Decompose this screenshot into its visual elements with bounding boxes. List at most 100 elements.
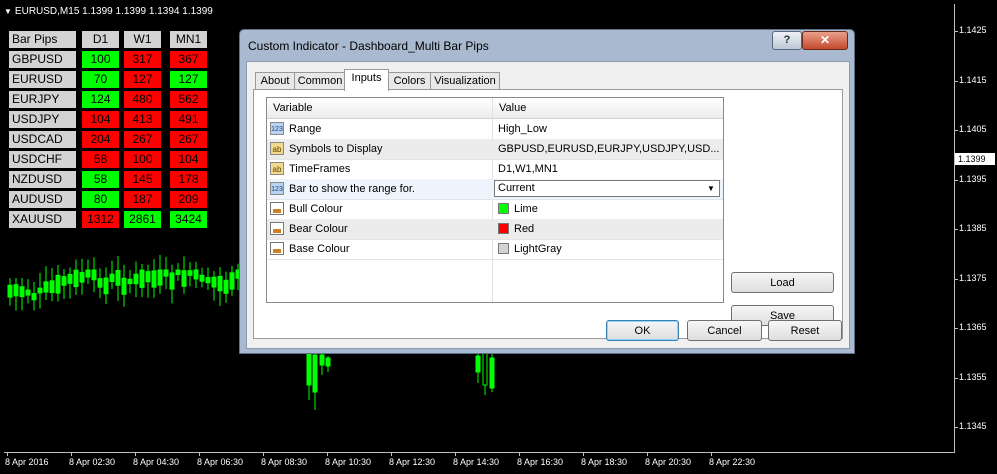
price-tick-label: 1.1345 [959, 421, 987, 431]
ok-button[interactable]: OK [606, 320, 679, 341]
cancel-button[interactable]: Cancel [687, 320, 762, 341]
input-row-timeframes[interactable]: ab TimeFrames D1,W1,MN1 [267, 159, 723, 180]
time-tick [71, 452, 72, 456]
string-type-icon: ab [270, 142, 284, 155]
dashboard-header-title: Bar Pips [9, 31, 76, 48]
time-tick-label: 8 Apr 22:30 [709, 457, 756, 467]
input-row-bar[interactable]: 123 Bar to show the range for. Current ▼ [267, 179, 723, 200]
price-tick-label: 1.1365 [959, 322, 987, 332]
dashboard-pips-cell: 480 [124, 91, 161, 108]
input-row-symbols[interactable]: ab Symbols to Display GBPUSD,EURUSD,EURJ… [267, 139, 723, 160]
price-tick [955, 80, 958, 82]
input-value[interactable]: D1,W1,MN1 [498, 159, 558, 179]
time-tick-label: 8 Apr 10:30 [325, 457, 372, 467]
input-value[interactable]: GBPUSD,EURUSD,EURJPY,USDJPY,USD... [498, 139, 719, 159]
inputs-panel: Variable Value 123 Range High_Low ab Sym… [253, 89, 843, 339]
chart-menu-icon[interactable]: ▼ [4, 7, 12, 16]
input-name: Symbols to Display [289, 143, 383, 155]
dashboard-pips-cell: 367 [170, 51, 207, 68]
dashboard-pips-cell: 100 [82, 51, 119, 68]
dashboard-pips-cell: 124 [82, 91, 119, 108]
input-row-bear-colour[interactable]: Bear Colour Red [267, 219, 723, 240]
dashboard-pips-cell: 100 [124, 151, 161, 168]
dashboard-symbol: XAUUSD [9, 211, 76, 228]
input-name: TimeFrames [289, 163, 351, 175]
time-tick [391, 452, 392, 456]
dashboard-pips-cell: 204 [82, 131, 119, 148]
tab-colors[interactable]: Colors [388, 72, 431, 90]
time-tick-label: 8 Apr 12:30 [389, 457, 436, 467]
price-tick [955, 328, 958, 329]
input-value[interactable]: High_Low [498, 119, 547, 139]
dashboard-symbol: EURUSD [9, 71, 76, 88]
time-tick-label: 8 Apr 20:30 [645, 457, 692, 467]
price-tick [955, 229, 958, 230]
help-button[interactable]: ? [772, 31, 802, 50]
dashboard-symbol: EURJPY [9, 91, 76, 108]
inputs-grid: Variable Value 123 Range High_Low ab Sym… [266, 97, 724, 303]
bar-select[interactable]: Current ▼ [494, 180, 720, 197]
time-tick-label: 8 Apr 16:30 [517, 457, 564, 467]
color-type-icon [270, 202, 284, 215]
time-tick [711, 452, 712, 456]
tab-about[interactable]: About [255, 72, 295, 90]
input-value[interactable]: LightGray [498, 239, 562, 259]
load-button[interactable]: Load [731, 272, 834, 293]
chart-symbol-info: EURUSD,M15 1.1399 1.1399 1.1394 1.1399 [14, 6, 213, 17]
price-tick [955, 377, 958, 379]
dashboard-header-w1: W1 [124, 31, 161, 48]
price-tick [955, 278, 958, 280]
dashboard-pips-cell: 209 [170, 191, 207, 208]
time-tick [519, 452, 520, 456]
input-row-bull-colour[interactable]: Bull Colour Lime [267, 199, 723, 220]
dashboard-pips-cell: 2861 [124, 211, 161, 228]
time-tick-label: 8 Apr 04:30 [133, 457, 180, 467]
time-tick [199, 452, 200, 456]
dashboard-header-mn1: MN1 [170, 31, 207, 48]
chevron-down-icon[interactable]: ▼ [705, 182, 717, 195]
tab-common[interactable]: Common [294, 72, 346, 90]
dialog-body: About Common Inputs Colors Visualization… [246, 61, 850, 349]
time-tick [647, 452, 648, 456]
input-row-base-colour[interactable]: Base Colour LightGray [267, 239, 723, 260]
time-tick [7, 452, 8, 456]
reset-button[interactable]: Reset [768, 320, 842, 341]
price-tick-label: 1.1415 [959, 74, 987, 85]
current-price-label: 1.1399 [955, 153, 995, 165]
price-tick [955, 130, 958, 131]
dashboard-pips-cell: 267 [124, 131, 161, 148]
price-tick-label: 1.1425 [959, 25, 987, 35]
dashboard-pips-cell: 80 [82, 191, 119, 208]
dashboard-pips-cell: 491 [170, 111, 207, 128]
dashboard-pips-cell: 70 [82, 71, 119, 88]
price-tick-label: 1.1385 [959, 223, 987, 233]
dashboard-pips-cell: 178 [170, 171, 207, 188]
integer-type-icon: 123 [270, 182, 284, 195]
dashboard-symbol: USDCAD [9, 131, 76, 148]
input-name: Bear Colour [289, 223, 348, 235]
grid-header-variable: Variable [273, 102, 313, 114]
dashboard-pips-cell: 1312 [82, 211, 119, 228]
color-name: Red [514, 223, 535, 235]
bar-select-value: Current [498, 182, 535, 194]
color-swatch [498, 243, 509, 254]
input-name: Range [289, 123, 322, 135]
time-tick-label: 8 Apr 06:30 [197, 457, 244, 467]
dashboard-symbol: AUDUSD [9, 191, 76, 208]
time-tick [263, 452, 264, 456]
input-value[interactable]: Red [498, 219, 534, 239]
input-value[interactable]: Lime [498, 199, 538, 219]
time-tick-label: 8 Apr 2016 [5, 457, 49, 467]
tab-visualization[interactable]: Visualization [430, 72, 500, 90]
dashboard-pips-cell: 127 [124, 71, 161, 88]
dashboard-pips-cell: 58 [82, 151, 119, 168]
dashboard-pips-cell: 58 [82, 171, 119, 188]
dashboard-pips-cell: 104 [170, 151, 207, 168]
input-row-range[interactable]: 123 Range High_Low [267, 119, 723, 140]
tab-inputs[interactable]: Inputs [344, 69, 389, 91]
dashboard-pips-cell: 413 [124, 111, 161, 128]
price-tick [955, 427, 958, 428]
grid-header-value: Value [499, 102, 527, 114]
close-button[interactable]: ✕ [802, 31, 848, 50]
grid-header: Variable Value [267, 98, 723, 119]
